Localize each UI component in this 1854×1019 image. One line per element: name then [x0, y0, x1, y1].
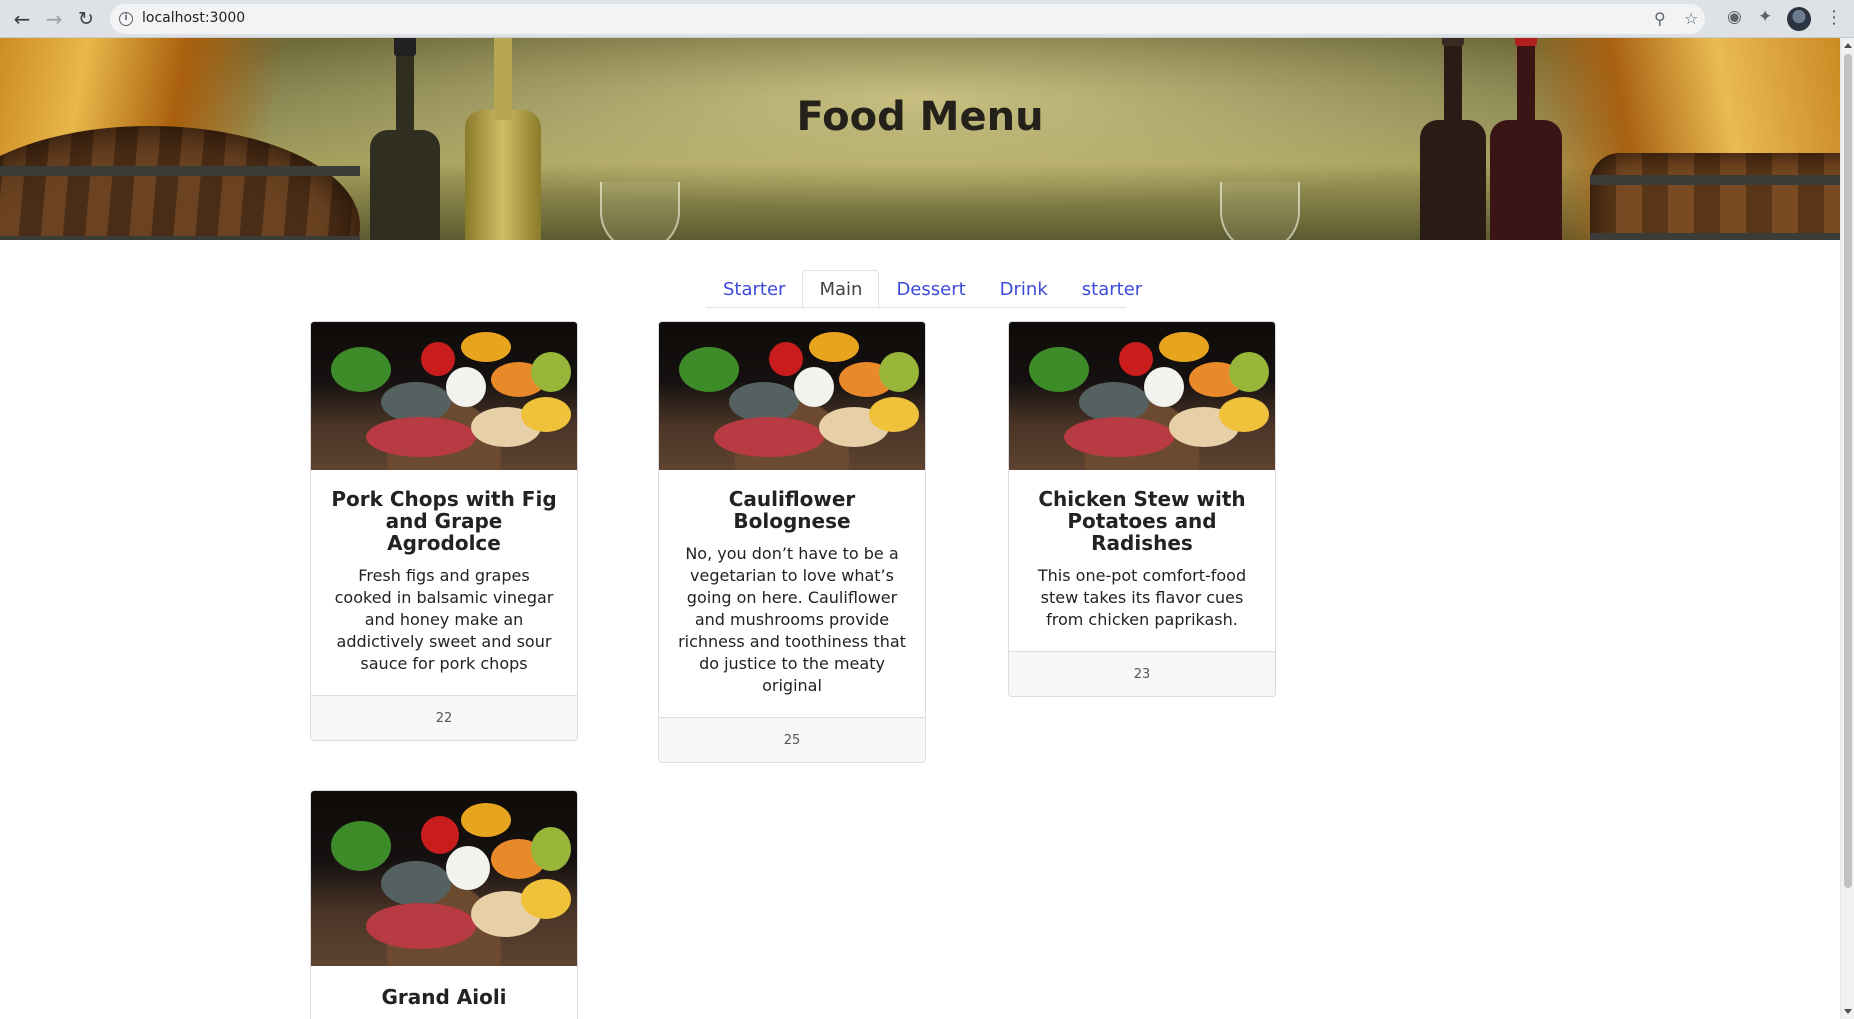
- tabs-baseline: [706, 307, 1126, 308]
- card-body: Grand Aioli: [311, 966, 577, 1019]
- menu-dots-icon[interactable]: ⋮: [1825, 7, 1843, 28]
- hero-banner: Food Menu: [0, 38, 1840, 240]
- food-image: [311, 791, 577, 966]
- page-title: Food Menu: [796, 94, 1044, 140]
- dish-title: Chicken Stew with Potatoes and Radishes: [1038, 487, 1246, 555]
- puzzle-icon[interactable]: ✦: [1758, 7, 1772, 27]
- bottle-decoration: [370, 38, 440, 240]
- page-scrollbar[interactable]: [1840, 38, 1854, 1019]
- glass-decoration: [600, 182, 680, 240]
- menu-item-card[interactable]: Cauliflower Bolognese No, you don’t have…: [658, 321, 926, 763]
- tab-starter[interactable]: Starter: [706, 270, 802, 308]
- site-info-icon[interactable]: i: [119, 12, 133, 26]
- food-image: [1009, 322, 1275, 470]
- category-tabs: Starter Main Dessert Drink starter: [706, 270, 1159, 308]
- tab-starter-lowercase[interactable]: starter: [1065, 270, 1159, 308]
- url-text[interactable]: localhost:3000: [142, 10, 245, 26]
- page-viewport: Food Menu Starter Main Dessert Drink sta…: [0, 38, 1840, 1019]
- food-image: [311, 322, 577, 470]
- menu-item-card[interactable]: Pork Chops with Fig and Grape Agrodolce …: [310, 321, 578, 741]
- menu-item-card[interactable]: Grand Aioli: [310, 790, 578, 1019]
- dish-description: No, you don’t have to be a vegetarian to…: [678, 544, 906, 695]
- tab-dessert[interactable]: Dessert: [879, 270, 982, 308]
- dish-title: Pork Chops with Fig and Grape Agrodolce: [331, 487, 557, 555]
- scroll-up-icon[interactable]: [1844, 43, 1852, 48]
- scroll-down-icon[interactable]: [1844, 1009, 1852, 1014]
- scrollbar-thumb[interactable]: [1844, 54, 1852, 888]
- extension-badge-icon[interactable]: ◉: [1727, 7, 1742, 27]
- dish-description: Fresh figs and grapes cooked in balsamic…: [334, 566, 554, 673]
- card-body: Pork Chops with Fig and Grape Agrodolce …: [311, 470, 577, 695]
- dish-title: Cauliflower Bolognese: [728, 487, 856, 533]
- profile-avatar[interactable]: [1787, 7, 1811, 31]
- dish-title: Grand Aioli: [381, 985, 507, 1009]
- card-body: Chicken Stew with Potatoes and Radishes …: [1009, 470, 1275, 651]
- dish-price: 23: [1009, 651, 1275, 696]
- forward-icon[interactable]: →: [41, 6, 67, 32]
- tab-main[interactable]: Main: [802, 270, 880, 308]
- food-image: [659, 322, 925, 470]
- barrel-right-decoration: [1590, 153, 1840, 240]
- glass-decoration: [1220, 182, 1300, 240]
- zoom-icon[interactable]: ⚲: [1654, 9, 1666, 28]
- address-bar[interactable]: i localhost:3000 ⚲ ☆: [110, 4, 1705, 34]
- back-icon[interactable]: ←: [9, 6, 35, 32]
- dish-price: 25: [659, 717, 925, 762]
- dish-price: 22: [311, 695, 577, 740]
- dish-description: This one-pot comfort-food stew takes its…: [1037, 566, 1247, 629]
- tab-drink[interactable]: Drink: [983, 270, 1065, 308]
- card-body: Cauliflower Bolognese No, you don’t have…: [659, 470, 925, 717]
- browser-toolbar: ← → ↻ i localhost:3000 ⚲ ☆ ◉ ✦ ⋮: [0, 0, 1854, 38]
- bookmark-star-icon[interactable]: ☆: [1684, 9, 1698, 28]
- menu-item-card[interactable]: Chicken Stew with Potatoes and Radishes …: [1008, 321, 1276, 697]
- reload-icon[interactable]: ↻: [73, 6, 99, 32]
